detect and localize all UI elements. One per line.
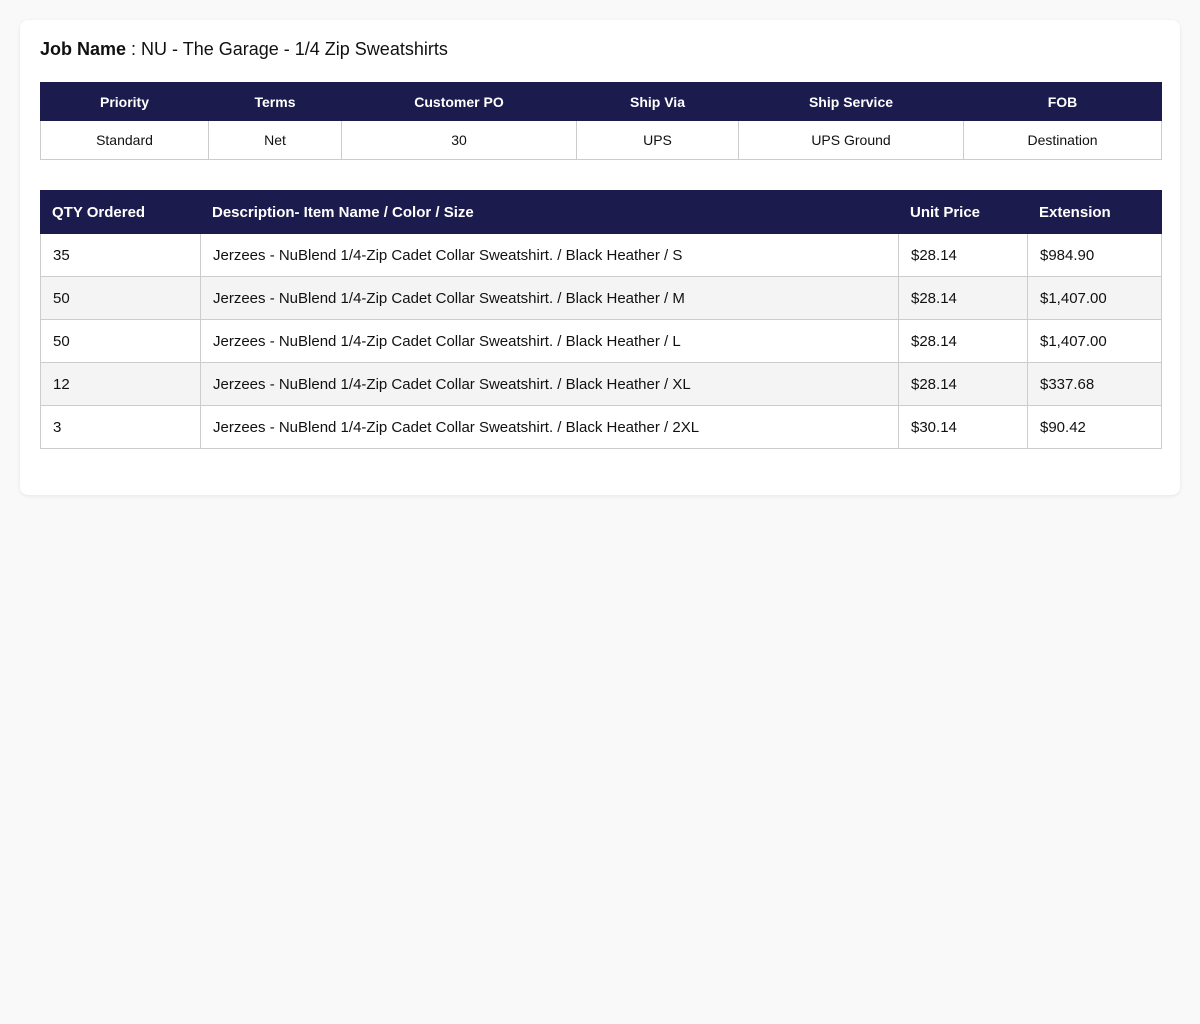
order-info-table: Priority Terms Customer PO Ship Via Ship…	[40, 82, 1162, 160]
customer-po-value: 30	[341, 120, 577, 160]
header-customer-po: Customer PO	[341, 82, 577, 121]
header-fob: FOB	[963, 82, 1162, 121]
header-priority: Priority	[40, 82, 209, 121]
unit-price-cell: $28.14	[898, 362, 1028, 406]
order-card: Job Name : NU - The Garage - 1/4 Zip Swe…	[20, 20, 1180, 495]
extension-cell: $1,407.00	[1027, 319, 1162, 363]
table-row: 35 Jerzees - NuBlend 1/4-Zip Cadet Colla…	[40, 233, 1162, 277]
table-row: 12 Jerzees - NuBlend 1/4-Zip Cadet Colla…	[40, 362, 1162, 406]
unit-price-cell: $30.14	[898, 405, 1028, 449]
table-row: 50 Jerzees - NuBlend 1/4-Zip Cadet Colla…	[40, 276, 1162, 320]
job-name-value: NU - The Garage - 1/4 Zip Sweatshirts	[141, 39, 448, 59]
extension-cell: $984.90	[1027, 233, 1162, 277]
extension-cell: $337.68	[1027, 362, 1162, 406]
description-cell: Jerzees - NuBlend 1/4-Zip Cadet Collar S…	[200, 362, 899, 406]
description-cell: Jerzees - NuBlend 1/4-Zip Cadet Collar S…	[200, 233, 899, 277]
unit-price-cell: $28.14	[898, 276, 1028, 320]
header-terms: Terms	[208, 82, 342, 121]
priority-value: Standard	[40, 120, 209, 160]
unit-price-cell: $28.14	[898, 233, 1028, 277]
header-description: Description- Item Name / Color / Size	[200, 190, 899, 234]
qty-cell: 50	[40, 319, 201, 363]
description-cell: Jerzees - NuBlend 1/4-Zip Cadet Collar S…	[200, 276, 899, 320]
job-name-label: Job Name	[40, 39, 127, 59]
fob-value: Destination	[963, 120, 1162, 160]
ship-via-value: UPS	[576, 120, 739, 160]
header-unit-price: Unit Price	[898, 190, 1028, 234]
qty-cell: 50	[40, 276, 201, 320]
job-name-line: Job Name : NU - The Garage - 1/4 Zip Swe…	[40, 38, 1160, 60]
header-extension: Extension	[1027, 190, 1162, 234]
description-cell: Jerzees - NuBlend 1/4-Zip Cadet Collar S…	[200, 405, 899, 449]
table-row: 50 Jerzees - NuBlend 1/4-Zip Cadet Colla…	[40, 319, 1162, 363]
header-qty-ordered: QTY Ordered	[40, 190, 201, 234]
header-ship-service: Ship Service	[738, 82, 964, 121]
unit-price-cell: $28.14	[898, 319, 1028, 363]
extension-cell: $90.42	[1027, 405, 1162, 449]
terms-value: Net	[208, 120, 342, 160]
line-items-header-row: QTY Ordered Description- Item Name / Col…	[40, 190, 1162, 234]
qty-cell: 35	[40, 233, 201, 277]
ship-service-value: UPS Ground	[738, 120, 964, 160]
header-ship-via: Ship Via	[576, 82, 739, 121]
line-items-table: QTY Ordered Description- Item Name / Col…	[40, 190, 1162, 449]
qty-cell: 12	[40, 362, 201, 406]
job-name-separator: :	[126, 39, 142, 59]
table-row: 3 Jerzees - NuBlend 1/4-Zip Cadet Collar…	[40, 405, 1162, 449]
order-info-value-row: Standard Net 30 UPS UPS Ground Destinati…	[40, 120, 1162, 160]
description-cell: Jerzees - NuBlend 1/4-Zip Cadet Collar S…	[200, 319, 899, 363]
extension-cell: $1,407.00	[1027, 276, 1162, 320]
order-info-header-row: Priority Terms Customer PO Ship Via Ship…	[40, 82, 1162, 121]
qty-cell: 3	[40, 405, 201, 449]
